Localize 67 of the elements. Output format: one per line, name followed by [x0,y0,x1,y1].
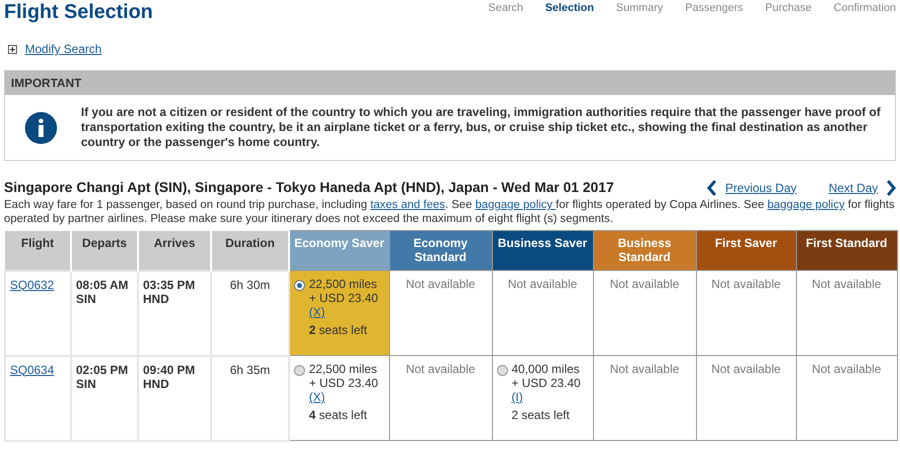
not-available-text: Not available [812,277,882,291]
expand-icon[interactable] [8,44,17,54]
cabin-header: First Saver [696,230,796,270]
chevron-left-icon[interactable] [707,180,718,196]
column-header: Duration [211,230,289,270]
flight-link[interactable]: SQ0634 [10,362,54,376]
radio-button[interactable] [496,365,508,376]
not-available-text: Not available [711,277,781,291]
cabin-header: Economy Standard [389,230,492,270]
column-header: Departs [71,230,138,270]
miles-text: 22,500 miles [309,362,378,376]
previous-day-link[interactable]: Previous Day [725,178,797,196]
fare-info-link[interactable]: taxes and fees [370,199,446,211]
chevron-right-icon[interactable] [886,180,896,196]
not-available-text: Not available [610,277,680,291]
price-text: + USD 23.40 [309,376,378,390]
step-link[interactable]: Passengers [685,0,744,16]
fare-info-link[interactable]: baggage policy [767,199,845,211]
price-text: + USD 23.40 [512,376,581,390]
fare-note-link[interactable]: (I) [512,390,523,404]
time-text: 03:35 PM [143,278,196,292]
radio-button[interactable] [294,280,305,291]
notice-heading: IMPORTANT [5,71,895,95]
notice-text: If you are not a citizen or resident of the country to which you are traveling, immigration authorities require that the passenger have proof of transportation exiting the country, be it an airplane ticket or a ferry, bus, or cruise ship ticket etc., showing the final destination as another country or the passenger's home country. [81,105,882,150]
seats-left-text: 2 seats left [309,323,368,337]
page-title: Flight Selection [4,0,153,24]
time-text: 02:05 PM [76,362,130,376]
time-text: 08:05 AM [76,278,130,292]
price-text: + USD 23.40 [309,291,378,305]
airport-code: SIN [76,292,98,306]
route-title: Singapore Changi Apt (SIN), Singapore - Tokyo Haneda Apt (HND), Japan - Wed Mar 01 2017 [4,178,614,197]
airport-code: HND [143,292,170,306]
not-available-text: Not available [812,362,882,376]
step-link[interactable]: Selection [545,0,594,16]
next-day-link[interactable]: Next Day [828,178,878,196]
step-link[interactable]: Search [488,0,524,16]
cabin-header: First Standard [796,230,897,270]
miles-text: 40,000 miles [512,362,581,376]
column-header: Flight [5,230,71,270]
cabin-header: Economy Saver [289,230,389,270]
fare-info-link[interactable]: baggage policy [475,199,556,211]
step-link[interactable]: Summary [616,0,664,16]
radio-button[interactable] [294,365,305,376]
time-text: 09:40 PM [143,362,196,376]
step-link[interactable]: Purchase [765,0,812,16]
seats-left-text: 2 seats left [512,408,571,422]
flight-link[interactable]: SQ0632 [10,278,54,292]
airport-code: HND [143,376,170,390]
info-icon [25,112,57,144]
fare-note-link[interactable]: (X) [309,305,325,319]
miles-text: 22,500 miles [309,277,378,291]
cabin-header: Business Standard [593,230,696,270]
airport-code: SIN [76,376,98,390]
cabin-header: Business Saver [492,230,593,270]
duration-text: 6h 30m [230,278,270,292]
seats-left-text: 4 seats left [309,408,368,422]
not-available-text: Not available [610,362,680,376]
column-header: Arrives [138,230,211,270]
fare-note-link[interactable]: (X) [309,390,325,404]
modify-search-link[interactable]: Modify Search [25,40,102,58]
fare-info-text: Each way fare for 1 passenger, based on round trip purchase, including taxes and fees. See baggage policy for flights operated by Copa Airlines. See baggage policy for flights operated by partner airlines. Please make sure your itinerary does not exceed the maximum of eight flight (s) segments. [4,198,896,226]
not-available-text: Not available [711,362,781,376]
not-available-text: Not available [508,277,578,291]
not-available-text: Not available [406,362,476,376]
duration-text: 6h 35m [230,362,270,376]
step-link[interactable]: Confirmation [834,0,896,16]
not-available-text: Not available [406,277,476,291]
